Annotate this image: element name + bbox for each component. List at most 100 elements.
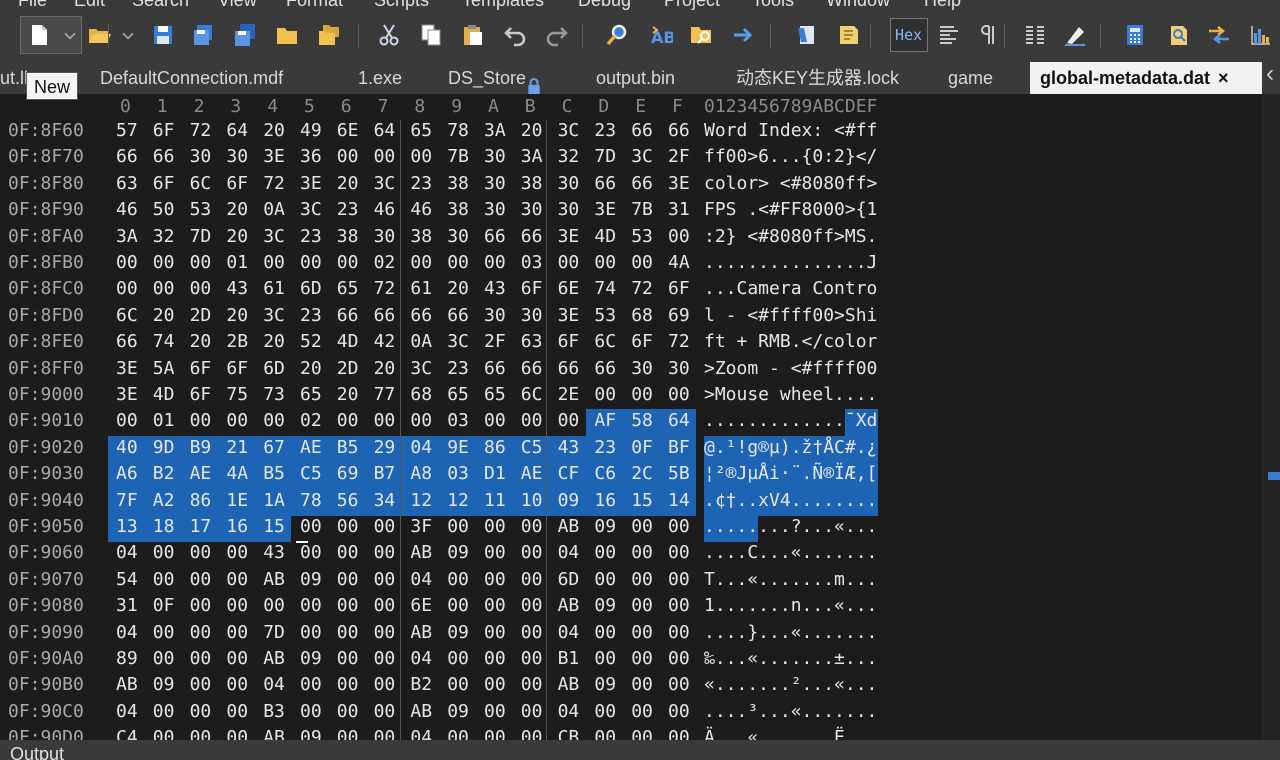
hex-byte[interactable]: 3F xyxy=(410,516,432,537)
ascii-text[interactable]: Ä...«.......Ë... xyxy=(704,727,877,740)
hex-byte[interactable]: 21 xyxy=(226,437,248,458)
hex-byte[interactable]: 04 xyxy=(263,674,285,695)
hex-byte[interactable]: 00 xyxy=(668,674,690,695)
hex-byte[interactable]: 09 xyxy=(594,595,616,616)
hex-byte[interactable]: AB xyxy=(263,569,285,590)
hex-byte[interactable]: 6F xyxy=(190,384,212,405)
hex-byte[interactable]: 00 xyxy=(594,569,616,590)
hex-byte[interactable]: 4D xyxy=(337,331,359,352)
hex-byte[interactable]: B9 xyxy=(190,437,212,458)
hex-byte[interactable]: 67 xyxy=(263,437,285,458)
hex-byte[interactable]: 38 xyxy=(521,173,543,194)
hex-byte[interactable]: 00 xyxy=(300,674,322,695)
hex-byte[interactable]: 30 xyxy=(668,358,690,379)
hex-byte[interactable]: 00 xyxy=(484,516,506,537)
save-button[interactable] xyxy=(146,18,180,52)
hex-byte[interactable]: 03 xyxy=(447,410,469,431)
hex-byte[interactable]: 00 xyxy=(521,648,543,669)
hex-byte[interactable]: 43 xyxy=(558,437,580,458)
hex-byte[interactable]: 30 xyxy=(521,305,543,326)
hex-byte[interactable]: 00 xyxy=(594,701,616,722)
hex-byte[interactable]: 00 xyxy=(668,727,690,740)
hex-byte[interactable]: 00 xyxy=(668,648,690,669)
redo-button[interactable] xyxy=(540,18,574,52)
hex-byte[interactable]: 7F xyxy=(116,490,138,511)
hex-byte[interactable]: 6F xyxy=(558,331,580,352)
ascii-text[interactable]: T...«.......m... xyxy=(704,569,877,590)
hex-byte[interactable]: 74 xyxy=(153,331,175,352)
hex-byte[interactable]: 0A xyxy=(410,331,432,352)
hex-byte[interactable]: B7 xyxy=(374,463,396,484)
hex-byte[interactable]: 00 xyxy=(153,727,175,740)
hex-byte[interactable]: 6D xyxy=(300,278,322,299)
tab-2[interactable]: 1.exe xyxy=(358,62,402,94)
hex-byte[interactable]: 42 xyxy=(374,331,396,352)
hex-byte[interactable]: 66 xyxy=(484,226,506,247)
hex-byte[interactable]: 00 xyxy=(447,727,469,740)
hex-byte[interactable]: 43 xyxy=(484,278,506,299)
hex-byte[interactable]: 02 xyxy=(374,252,396,273)
hex-byte[interactable]: 00 xyxy=(374,542,396,563)
hex-editor[interactable]: 0 1 2 3 4 5 6 7 8 9 A B C D E F 0123456789ABCDEF 0F:8F60… xyxy=(0,94,1280,740)
hex-byte[interactable]: 00 xyxy=(153,542,175,563)
hex-byte[interactable]: 6C xyxy=(116,305,138,326)
hex-byte[interactable]: AB xyxy=(263,648,285,669)
hex-byte[interactable]: 00 xyxy=(484,648,506,669)
hex-byte[interactable]: 73 xyxy=(263,384,285,405)
dropdown-arrow-button[interactable] xyxy=(60,18,80,52)
hex-byte[interactable]: 00 xyxy=(668,226,690,247)
hex-byte[interactable]: 00 xyxy=(300,542,322,563)
hex-byte[interactable]: 00 xyxy=(153,701,175,722)
hex-byte[interactable]: AE xyxy=(521,463,543,484)
hex-byte[interactable]: 00 xyxy=(337,146,359,167)
cut-button[interactable] xyxy=(372,18,406,52)
find-in-files-button[interactable] xyxy=(684,18,718,52)
hex-byte[interactable]: 30 xyxy=(190,146,212,167)
hex-byte[interactable]: 00 xyxy=(337,701,359,722)
hex-byte[interactable]: 6F xyxy=(153,120,175,141)
hex-byte[interactable]: 00 xyxy=(631,569,653,590)
hex-byte[interactable]: 32 xyxy=(153,226,175,247)
hex-byte[interactable]: 2F xyxy=(484,331,506,352)
hex-byte[interactable]: 1E xyxy=(226,490,248,511)
ascii-text[interactable]: ‰...«.......±... xyxy=(704,648,877,669)
hex-byte[interactable]: 00 xyxy=(484,701,506,722)
hex-byte[interactable]: 66 xyxy=(594,173,616,194)
hex-byte[interactable]: 86 xyxy=(190,490,212,511)
hex-byte[interactable]: 2B xyxy=(226,331,248,352)
hex-byte[interactable]: 3A xyxy=(484,120,506,141)
hex-byte[interactable]: 00 xyxy=(153,622,175,643)
hex-byte[interactable]: 11 xyxy=(484,490,506,511)
hex-byte[interactable]: 00 xyxy=(558,252,580,273)
hex-byte[interactable]: 00 xyxy=(153,569,175,590)
calculator-button[interactable] xyxy=(1118,18,1152,52)
hex-byte[interactable]: 00 xyxy=(226,410,248,431)
hex-byte[interactable]: AB xyxy=(263,727,285,740)
hex-byte[interactable]: 09 xyxy=(594,516,616,537)
hex-byte[interactable]: 20 xyxy=(337,384,359,405)
hex-byte[interactable]: AE xyxy=(300,437,322,458)
hex-byte[interactable]: 2D xyxy=(190,305,212,326)
hex-byte[interactable]: 46 xyxy=(410,199,432,220)
hex-byte[interactable]: 38 xyxy=(410,226,432,247)
hex-byte[interactable]: 2C xyxy=(631,463,653,484)
hex-byte[interactable]: 66 xyxy=(410,305,432,326)
hex-byte[interactable]: 00 xyxy=(410,252,432,273)
hex-byte[interactable]: 10 xyxy=(521,490,543,511)
hex-byte[interactable]: 00 xyxy=(374,595,396,616)
goto-button[interactable] xyxy=(726,18,760,52)
hex-byte[interactable]: 7D xyxy=(190,226,212,247)
hex-byte[interactable]: 04 xyxy=(410,437,432,458)
hex-byte[interactable]: 6D xyxy=(263,358,285,379)
hex-byte[interactable]: 00 xyxy=(594,542,616,563)
hex-byte[interactable]: 72 xyxy=(190,120,212,141)
hex-byte[interactable]: 00 xyxy=(447,648,469,669)
hex-byte[interactable]: 63 xyxy=(521,331,543,352)
hex-byte[interactable]: 09 xyxy=(447,542,469,563)
hex-byte[interactable]: AB xyxy=(410,701,432,722)
hex-byte[interactable]: 52 xyxy=(300,331,322,352)
hex-byte[interactable]: 00 xyxy=(226,648,248,669)
ascii-text[interactable]: l - <#ffff00>Shi xyxy=(704,305,877,326)
hex-byte[interactable]: 6F xyxy=(521,278,543,299)
hex-byte[interactable]: 3E xyxy=(263,146,285,167)
